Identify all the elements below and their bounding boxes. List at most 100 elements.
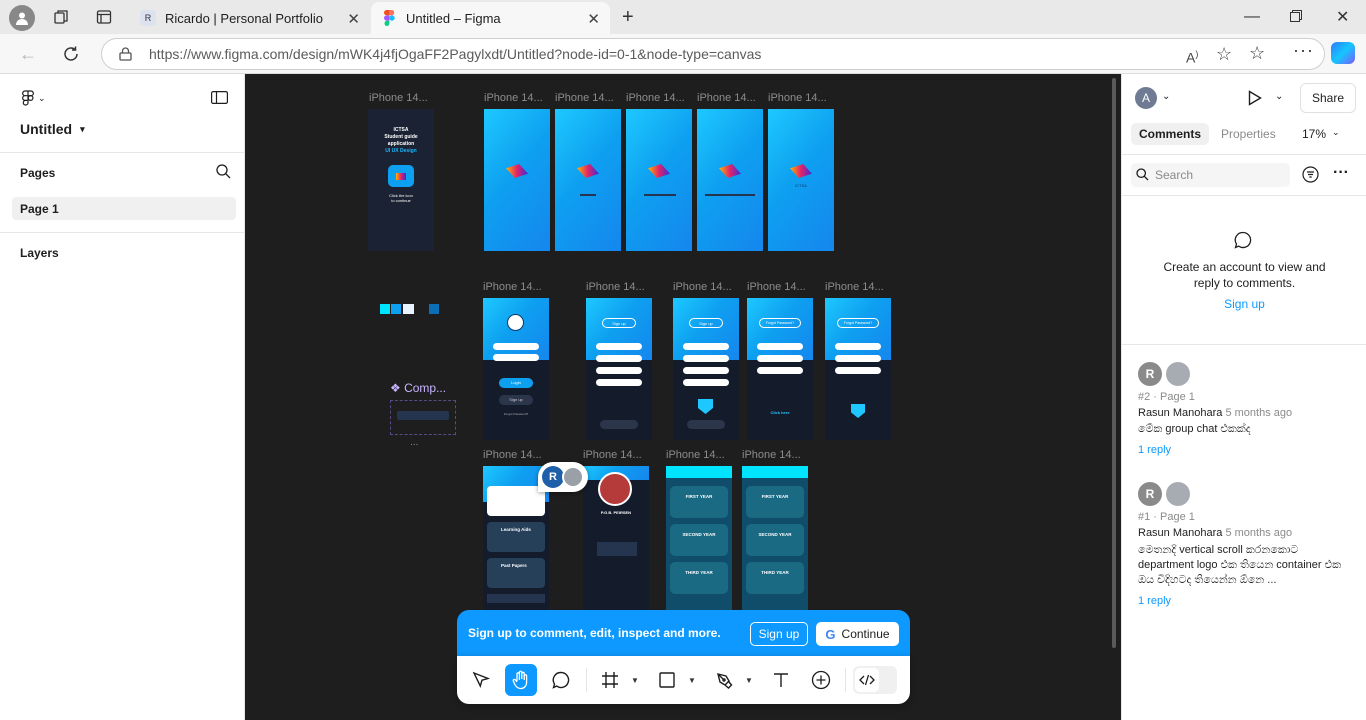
canvas-scrollbar[interactable] [1112,78,1116,648]
frame-label[interactable]: iPhone 14... [747,281,806,293]
signup-frame[interactable]: Sign up [586,298,652,440]
tab-figma[interactable]: Untitled – Figma ✕ [371,2,610,34]
tab-properties[interactable]: Properties [1221,127,1276,141]
tab-actions-icon[interactable] [96,9,112,25]
comment-tool-icon[interactable] [545,664,577,696]
address-bar-row: ← https://www.figma.com/design/mWK4j4fjO… [0,34,1366,74]
frame-label[interactable]: iPhone 14... [483,449,542,461]
learning-aids-frame[interactable]: FIRST YEAR SECOND YEAR THIRD YEAR [666,466,732,616]
frame-label[interactable]: iPhone 14... [484,92,543,104]
main-menu-button[interactable]: ⌄ [22,90,46,106]
chevron-down-icon[interactable]: ▼ [688,676,696,685]
frame-label[interactable]: iPhone 14... [626,92,685,104]
favorite-star-icon[interactable]: ☆ [1216,39,1232,69]
back-arrow-icon[interactable]: ← [19,44,37,65]
component-label[interactable]: ❖ Comp... [390,381,446,395]
new-tab-icon[interactable]: + [622,6,634,29]
rectangle-tool-icon[interactable] [651,664,683,696]
close-tab-icon[interactable]: ✕ [347,10,360,28]
profile-icon[interactable] [9,5,35,31]
sign-up-link[interactable]: Sign up [1122,297,1366,311]
filter-icon[interactable] [1302,166,1319,183]
minimize-icon[interactable]: — [1244,8,1260,26]
hand-tool-icon[interactable] [505,664,537,696]
text-tool-icon[interactable] [765,664,797,696]
splash-frame[interactable] [697,109,763,251]
frame-label[interactable]: iPhone 14... [666,449,725,461]
chevron-down-icon[interactable]: ▼ [745,676,753,685]
close-window-icon[interactable]: ✕ [1336,7,1349,27]
past-papers-frame[interactable]: FIRST YEAR SECOND YEAR THIRD YEAR [742,466,808,616]
frame-label[interactable]: iPhone 14... [742,449,801,461]
signup-button: Sign up [499,395,533,405]
copilot-icon[interactable] [1331,42,1355,64]
favorites-icon[interactable]: ☆ [1249,43,1265,64]
chevron-down-icon[interactable]: ⌄ [1275,91,1283,102]
splash-frame[interactable] [626,109,692,251]
color-swatch[interactable] [429,304,439,314]
account-avatar[interactable]: A [1135,87,1157,109]
splash-frame[interactable]: ICTSA [768,109,834,251]
banner-signup-button[interactable]: Sign up [750,622,808,646]
frame-label[interactable]: iPhone 14... [555,92,614,104]
frame-label[interactable]: iPhone 14... [768,92,827,104]
comment-thread[interactable]: R #2 · Page 1 Rasun Manohara 5 months ag… [1122,359,1366,469]
reply-count-link[interactable]: 1 reply [1138,444,1171,456]
frame-label[interactable]: iPhone 14... [697,92,756,104]
cover-title: ICTSA [393,127,409,133]
lock-icon[interactable] [119,47,132,61]
share-button[interactable]: Share [1300,83,1356,113]
forgot-password-success-frame[interactable]: Forgot Password? [825,298,891,440]
toolbar-divider [586,668,587,692]
tab-portfolio[interactable]: R Ricardo | Personal Portfolio ✕ [130,2,370,34]
move-tool-icon[interactable] [465,664,497,696]
splash-frame[interactable] [555,109,621,251]
present-play-icon[interactable] [1248,90,1262,106]
profile-frame[interactable]: P.G.B. PEIRSEN [583,466,649,616]
color-swatch[interactable] [403,304,414,314]
actions-plus-icon[interactable] [805,664,837,696]
page-item-page-1[interactable]: Page 1 [12,197,236,220]
toggle-sidebar-icon[interactable] [211,91,228,104]
refresh-icon[interactable] [62,45,80,63]
bottom-nav [487,594,545,603]
splash-frame[interactable] [484,109,550,251]
forgot-password-frame[interactable]: Forgot Password? Click here [747,298,813,440]
continue-with-google-button[interactable]: G Continue [816,622,899,646]
frame-label[interactable]: iPhone 14... [825,281,884,293]
comment-search-input[interactable]: Search [1131,163,1290,187]
reply-count-link[interactable]: 1 reply [1138,595,1171,607]
chevron-down-icon[interactable]: ⌄ [1162,91,1170,102]
close-tab-icon[interactable]: ✕ [587,10,600,28]
cover-frame[interactable]: ICTSA Student guide application UI UX De… [368,109,434,251]
read-aloud-icon[interactable]: A) [1186,39,1198,73]
color-swatch[interactable] [391,304,401,314]
commenter-avatar: R [1138,362,1162,386]
url-field[interactable]: https://www.figma.com/design/mWK4j4fjOga… [101,38,1325,70]
tab-title: Untitled – Figma [406,10,501,26]
tab-comments[interactable]: Comments [1131,123,1209,145]
frame-label[interactable]: iPhone 14... [369,92,428,104]
signup-success-frame[interactable]: Sign up [673,298,739,440]
zoom-dropdown[interactable]: 17% ⌄ [1302,127,1340,141]
pen-tool-icon[interactable] [708,664,740,696]
workspaces-icon[interactable] [53,9,69,25]
comment-pin[interactable]: R [538,462,588,492]
component-set[interactable] [390,400,456,435]
dev-mode-toggle[interactable] [853,666,897,694]
color-swatch[interactable] [380,304,390,314]
search-pages-icon[interactable] [216,164,231,179]
frame-tool-icon[interactable] [594,664,626,696]
chevron-down-icon[interactable]: ▼ [631,676,639,685]
login-frame[interactable]: Login Sign up Forgot Password? [483,298,549,440]
restore-icon[interactable] [1290,10,1302,22]
frame-label[interactable]: iPhone 14... [673,281,732,293]
year-card: THIRD YEAR [746,562,804,594]
file-name-button[interactable]: Untitled ▾ [20,121,85,137]
frame-label[interactable]: iPhone 14... [583,449,642,461]
frame-label[interactable]: iPhone 14... [483,281,542,293]
more-options-icon[interactable]: ··· [1333,164,1349,182]
year-card: SECOND YEAR [670,524,728,556]
more-menu-icon[interactable]: ··· [1293,40,1314,61]
frame-label[interactable]: iPhone 14... [586,281,645,293]
